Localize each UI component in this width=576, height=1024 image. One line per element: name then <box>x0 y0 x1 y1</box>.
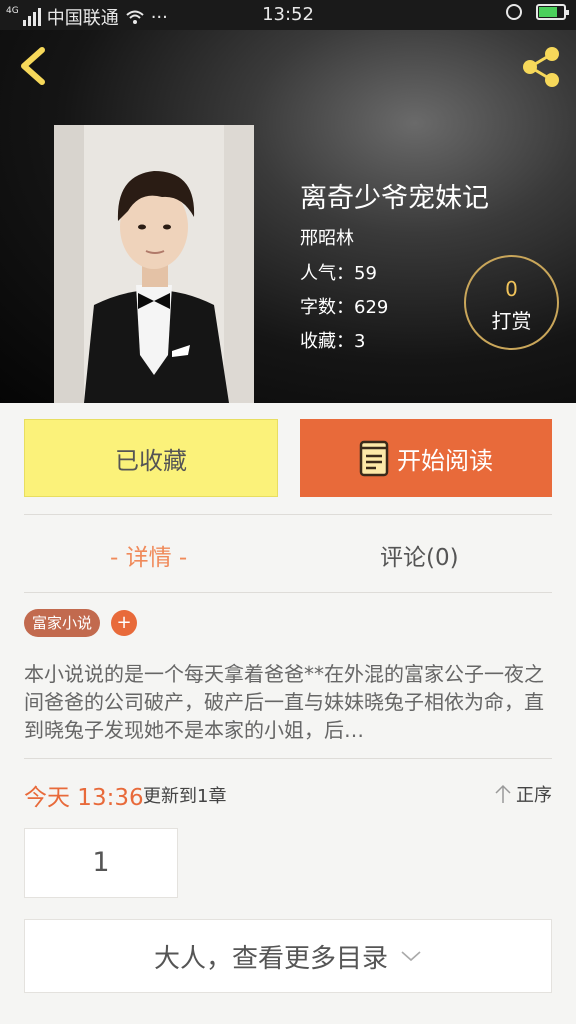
more-catalog-label: 大人，查看更多目录 <box>153 943 388 974</box>
book-title: 离奇少爷宠妹记 <box>300 183 489 214</box>
favorited-label: 已收藏 <box>115 446 187 475</box>
tab-comments[interactable]: 评论(0) <box>380 538 459 572</box>
tip-label: 打赏 <box>491 309 532 333</box>
alarm-icon <box>506 4 522 20</box>
tip-button[interactable]: 0 打赏 <box>464 255 559 350</box>
divider <box>24 514 552 515</box>
book-icon <box>359 440 389 477</box>
back-arrow-icon <box>21 47 45 85</box>
share-icon <box>523 47 559 87</box>
status-right <box>506 4 569 20</box>
chevron-down-icon <box>401 951 421 962</box>
sort-order-label: 正序 <box>516 785 552 806</box>
sort-order-button[interactable]: 正序 <box>494 781 552 807</box>
share-button[interactable] <box>518 44 564 90</box>
start-reading-label: 开始阅读 <box>397 446 493 475</box>
book-header: 离奇少爷宠妹记 邢昭林 人气：59 字数：629 收藏：3 0 打赏 <box>0 30 576 403</box>
favorites-stat: 收藏：3 <box>300 331 366 352</box>
popularity-stat: 人气：59 <box>300 263 377 284</box>
more-catalog-button[interactable]: 大人，查看更多目录 <box>24 919 552 993</box>
book-description[interactable]: 本小说说的是一个每天拿着爸爸**在外混的富家公子一夜之间爸爸的公司破产，破产后一… <box>24 660 552 744</box>
update-text: 更新到1章 <box>143 786 227 807</box>
divider <box>24 592 552 593</box>
divider <box>24 758 552 759</box>
word-count-stat: 字数：629 <box>300 297 389 318</box>
update-time: 今天 13:36 <box>24 785 144 811</box>
cover-portrait-illustration <box>54 125 254 403</box>
book-author[interactable]: 邢昭林 <box>300 224 354 250</box>
tab-details[interactable]: - 详情 - <box>110 538 187 572</box>
tip-count: 0 <box>505 277 518 301</box>
arrow-up-icon <box>495 784 511 803</box>
start-reading-button[interactable]: 开始阅读 <box>300 419 552 497</box>
back-button[interactable] <box>16 44 52 88</box>
favorited-button[interactable]: 已收藏 <box>24 419 278 497</box>
battery-icon <box>536 4 569 20</box>
book-cover-image[interactable] <box>54 125 254 403</box>
status-time: 13:52 <box>262 4 314 25</box>
status-bar: 4G 中国联通 ··· 13:52 <box>0 0 576 30</box>
add-tag-button[interactable]: + <box>111 610 137 636</box>
chapter-item[interactable]: 1 <box>24 828 178 898</box>
genre-tag[interactable]: 富家小说 <box>24 609 101 637</box>
